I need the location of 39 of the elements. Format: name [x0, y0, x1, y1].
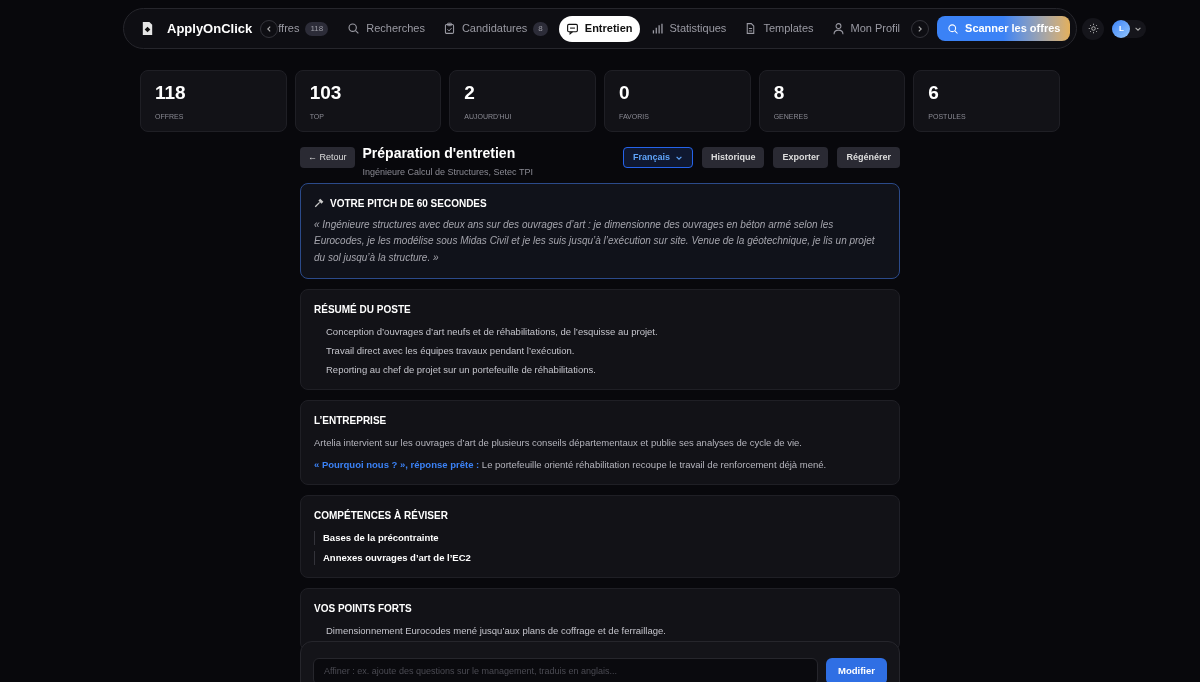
- section-title: COMPÉTENCES À RÉVISER: [314, 508, 448, 523]
- skill-item: Bases de la précontrainte: [323, 532, 439, 543]
- nav-tab[interactable]: Statistiques: [643, 15, 734, 42]
- action-button[interactable]: Régénérer: [837, 147, 900, 168]
- nav-tab[interactable]: Entretien: [558, 15, 640, 42]
- nav-tab[interactable]: ffres 118: [278, 15, 333, 42]
- page-title: Préparation d'entretien: [362, 144, 517, 163]
- section-title: L’ENTREPRISE: [314, 414, 387, 428]
- action-button[interactable]: Exporter: [773, 147, 829, 168]
- user-avatar: L: [1112, 19, 1131, 38]
- modify-button[interactable]: Modifier: [826, 657, 887, 682]
- stat-value: 8: [773, 81, 786, 105]
- stat-value: 103: [309, 81, 343, 105]
- back-button[interactable]: ← Retour: [300, 147, 355, 168]
- count-badge: 8: [533, 21, 548, 36]
- count-badge: 118: [305, 21, 329, 36]
- page-subtitle: Ingénieure Calcul de Structures, Setec TPI: [362, 166, 533, 179]
- list-item: Conception d’ouvrages d’art neufs et de réhabilitations, de l’esquisse au projet.: [326, 325, 659, 339]
- skill-item: Annexes ouvrages d’art de l’EC2: [323, 552, 471, 563]
- nav-tab[interactable]: Recherches: [340, 15, 432, 42]
- paragraph-text: Artelia intervient sur les ouvrages d’art de plusieurs conseils départementaux et publie ses analyses de cycle de vie.: [314, 436, 803, 450]
- list-item: Reporting au chef de projet sur un portefeuille de réhabilitations.: [326, 363, 597, 377]
- nav-tab[interactable]: Mon Profil: [824, 15, 908, 42]
- language-select[interactable]: Français: [622, 147, 693, 168]
- paragraph-text: « Pourquoi nous ? », réponse prête : Le portefeuille orienté réhabilitation recoupe le travail de renforcement déjà mené.: [314, 458, 828, 472]
- nav-tab[interactable]: Candidatures 8: [435, 15, 555, 42]
- stat-value: 6: [928, 81, 940, 105]
- action-button[interactable]: Historique: [701, 147, 765, 168]
- pitch-text: « Ingénieure structures avec deux ans sur des ouvrages d’art : je dimensionne des ouvrages en béton armé selon les Eurocodes, je les modélise sous Midas Civil et je les suis jusqu’à l’exécution sur site. Venue de la géotechnique, je lis un projet du sol jusqu’à la structure. »: [314, 217, 876, 265]
- section-title: RÉSUMÉ DU POSTE: [314, 302, 411, 317]
- list-item: Dimensionnement Eurocodes mené jusqu’aux plans de coffrage et de ferraillage.: [326, 624, 667, 638]
- section-title: VOTRE PITCH DE 60 SECONDES: [330, 196, 487, 211]
- stat-value: 118: [155, 81, 187, 105]
- stat-value: 0: [619, 81, 631, 105]
- nav-tab[interactable]: Templates: [737, 15, 821, 42]
- list-item: Travail direct avec les équipes travaux pendant l’exécution.: [326, 344, 576, 358]
- app-name: ApplyOnClick: [167, 19, 253, 38]
- stat-value: 2: [464, 81, 476, 105]
- section-title: VOS POINTS FORTS: [314, 602, 412, 616]
